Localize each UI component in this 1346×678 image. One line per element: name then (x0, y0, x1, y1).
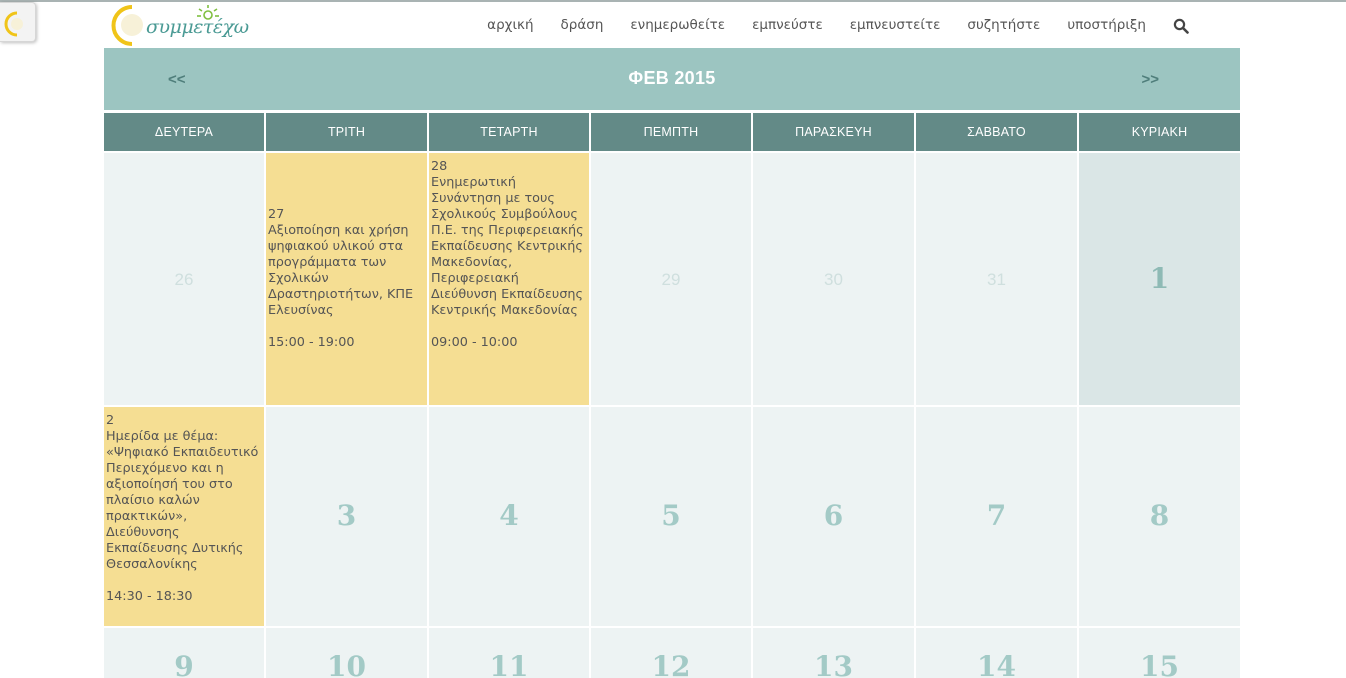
day-cell[interactable]: 26 (104, 153, 264, 405)
day-number: 3 (336, 499, 357, 532)
event-entry[interactable]: 2 Ημερίδα με θέμα: «Ψηφιακό Εκπαιδευτικό… (106, 413, 262, 605)
weekday-monday: ΔΕΥΤΕΡΑ (104, 113, 264, 151)
day-cell[interactable]: 30 (753, 153, 914, 405)
day-cell[interactable]: 11 (429, 628, 589, 678)
day-number: 15 (1140, 650, 1179, 678)
day-cell-event[interactable]: 27 Αξιοποίηση και χρήση ψηφιακού υλικού … (266, 153, 427, 405)
day-number: 26 (174, 270, 194, 289)
event-entry[interactable]: 28 Ενημερωτική Συνάντηση με τους Σχολικο… (431, 159, 587, 351)
event-time: 14:30 - 18:30 (106, 589, 193, 604)
logo-sun-icon (4, 11, 23, 37)
weekday-thursday: ΠΕΜΠΤΗ (591, 113, 751, 151)
day-cell[interactable]: 6 (753, 407, 914, 626)
day-cell[interactable]: 29 (591, 153, 751, 405)
day-number: 12 (651, 650, 691, 678)
day-number: 1 (1149, 262, 1170, 295)
next-month-button[interactable]: >> (1141, 71, 1159, 88)
day-number: 9 (174, 650, 194, 678)
weekday-wednesday: ΤΕΤΑΡΤΗ (429, 113, 589, 151)
event-title[interactable]: Ημερίδα με θέμα: «Ψηφιακό Εκπαιδευτικό Π… (106, 429, 262, 573)
event-entry[interactable]: 27 Αξιοποίηση και χρήση ψηφιακού υλικού … (268, 207, 425, 351)
day-number: 13 (814, 650, 853, 678)
weekday-header: ΔΕΥΤΕΡΑ ΤΡΙΤΗ ΤΕΤΑΡΤΗ ΠΕΜΠΤΗ ΠΑΡΑΣΚΕΥΗ Σ… (104, 113, 1240, 151)
calendar: << ΦΕΒ 2015 >> ΔΕΥΤΕΡΑ ΤΡΙΤΗ ΤΕΤΑΡΤΗ ΠΕΜ… (104, 48, 1240, 678)
day-number: 6 (823, 499, 844, 532)
event-title[interactable]: Ενημερωτική Συνάντηση με τους Σχολικούς … (431, 175, 587, 319)
calendar-month-title: ΦΕΒ 2015 (628, 68, 716, 88)
day-cell[interactable]: 15 (1079, 628, 1240, 678)
nav-item-inspire[interactable]: εμπνεύστε (752, 17, 823, 33)
day-cell[interactable]: 3 (266, 407, 427, 626)
day-cell[interactable]: 12 (591, 628, 751, 678)
day-cell[interactable]: 5 (591, 407, 751, 626)
day-cell[interactable]: 8 (1079, 407, 1240, 626)
nav-item-support[interactable]: υποστήριξη (1067, 17, 1146, 33)
logo-text: συμμετέχω (146, 16, 249, 38)
day-cell[interactable]: 14 (916, 628, 1077, 678)
day-cell[interactable]: 9 (104, 628, 264, 678)
nav-item-get-inspired[interactable]: εμπνευστείτε (850, 17, 941, 33)
day-cell-event[interactable]: 2 Ημερίδα με θέμα: «Ψηφιακό Εκπαιδευτικό… (104, 407, 264, 626)
day-number: 5 (661, 499, 681, 532)
day-number: 29 (661, 270, 681, 289)
day-number: 30 (824, 270, 843, 289)
day-cell-today[interactable]: 1 (1079, 153, 1240, 405)
nav-item-home[interactable]: αρχική (487, 17, 533, 33)
day-cell[interactable]: 7 (916, 407, 1077, 626)
calendar-header: << ΦΕΒ 2015 >> (104, 48, 1240, 110)
weekday-tuesday: ΤΡΙΤΗ (266, 113, 427, 151)
day-cell[interactable]: 13 (753, 628, 914, 678)
site-logo[interactable]: συμμετέχω (110, 3, 249, 47)
event-time: 15:00 - 19:00 (268, 335, 355, 350)
day-number: 10 (327, 650, 366, 678)
event-day-number: 27 (268, 207, 285, 222)
event-title[interactable]: Αξιοποίηση και χρήση ψηφιακού υλικού στα… (268, 223, 425, 319)
nav-item-action[interactable]: δράση (561, 17, 604, 33)
day-number: 4 (499, 499, 519, 532)
event-day-number: 2 (106, 413, 115, 428)
search-icon[interactable] (1173, 18, 1189, 34)
day-cell[interactable]: 4 (429, 407, 589, 626)
nav-item-discuss[interactable]: συζητήστε (967, 17, 1040, 33)
side-widget-tab[interactable] (0, 2, 36, 42)
weekday-sunday: ΚΥΡΙΑΚΗ (1079, 113, 1240, 151)
day-cell[interactable]: 31 (916, 153, 1077, 405)
main-nav: αρχική δράση ενημερωθείτε εμπνεύστε εμπν… (460, 17, 1189, 34)
day-number: 14 (977, 650, 1016, 678)
event-time: 09:00 - 10:00 (431, 335, 518, 350)
site-header: συμμετέχω αρχική δράση ενημερωθείτε εμπν… (0, 2, 1346, 47)
day-cell[interactable]: 10 (266, 628, 427, 678)
day-cell-event[interactable]: 28 Ενημερωτική Συνάντηση με τους Σχολικο… (429, 153, 589, 405)
day-number: 11 (489, 650, 529, 678)
day-number: 31 (987, 270, 1006, 289)
nav-item-news[interactable]: ενημερωθείτε (630, 17, 725, 33)
weekday-friday: ΠΑΡΑΣΚΕΥΗ (753, 113, 914, 151)
weekday-saturday: ΣΑΒΒΑΤΟ (916, 113, 1077, 151)
day-number: 7 (986, 499, 1007, 532)
event-day-number: 28 (431, 159, 448, 174)
day-number: 8 (1149, 499, 1170, 532)
